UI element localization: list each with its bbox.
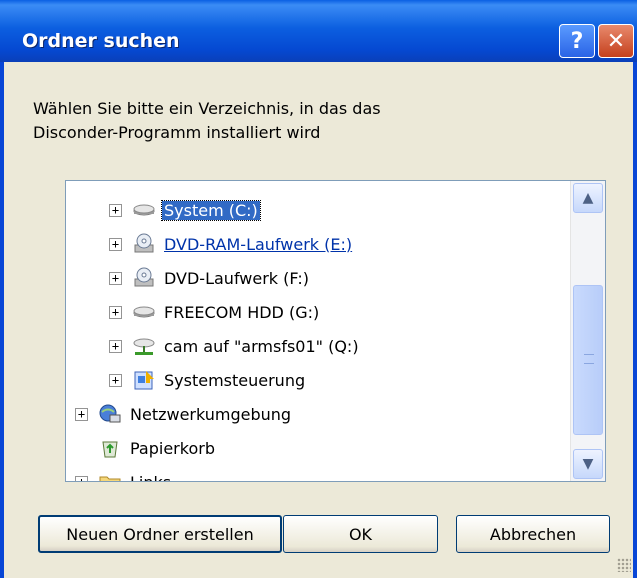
expand-icon[interactable]: +	[75, 475, 88, 481]
instruction-line-2: Disconder-Programm installiert wird	[33, 123, 321, 142]
window-frame-left	[0, 62, 4, 578]
tree-item-label: DVD-Laufwerk (F:)	[164, 268, 309, 288]
dvd-drive-icon	[132, 233, 156, 255]
resize-grip-icon[interactable]	[617, 558, 631, 572]
tree-item-recycle-bin[interactable]: Papierkorb	[98, 431, 217, 465]
window-frame-right	[633, 62, 637, 578]
close-button[interactable]: ✕	[598, 24, 634, 58]
tree-item-label: System (C:)	[161, 199, 261, 221]
tree-item-freecom-g[interactable]: + FREECOM HDD (G:)	[109, 295, 321, 329]
help-icon: ?	[570, 28, 584, 54]
expand-icon[interactable]: +	[75, 407, 88, 421]
recycle-bin-icon	[98, 437, 122, 459]
scroll-up-button[interactable]: ▲	[573, 183, 603, 213]
chevron-up-icon: ▲	[582, 190, 594, 206]
tree-item-links[interactable]: + Links	[75, 465, 173, 482]
dvd-drive-icon	[132, 267, 156, 289]
tree-item-network-places[interactable]: + Netzwerkumgebung	[75, 397, 293, 431]
title-bar[interactable]: Ordner suchen ? ✕	[0, 0, 637, 62]
expand-icon[interactable]: +	[109, 203, 122, 217]
tree-item-dvd-f[interactable]: + DVD-Laufwerk (F:)	[109, 261, 311, 295]
instruction-text: Wählen Sie bitte ein Verzeichnis, in das…	[33, 97, 381, 145]
cancel-label: Abbrechen	[489, 524, 577, 544]
tree-item-label: cam auf "armsfs01" (Q:)	[164, 336, 359, 356]
tree-item-network-q[interactable]: + cam auf "armsfs01" (Q:)	[109, 329, 361, 363]
vertical-scrollbar[interactable]: ▲ ▼	[570, 181, 605, 481]
expand-icon[interactable]: +	[109, 339, 122, 353]
ok-button[interactable]: OK	[283, 515, 438, 553]
new-folder-label: Neuen Ordner erstellen	[66, 524, 254, 544]
expand-icon[interactable]: +	[109, 373, 122, 387]
instruction-line-1: Wählen Sie bitte ein Verzeichnis, in das…	[33, 99, 381, 118]
folder-browse-dialog: Ordner suchen ? ✕ Wählen Sie bitte ein V…	[0, 0, 637, 578]
scroll-thumb[interactable]	[573, 285, 603, 435]
cancel-button[interactable]: Abbrechen	[456, 515, 610, 553]
help-button[interactable]: ?	[559, 24, 595, 58]
tree-item-label: DVD-RAM-Laufwerk (E:)	[164, 234, 353, 254]
folder-tree[interactable]: + System (C:) + DVD-RAM-Laufwerk (E:) + …	[65, 180, 606, 482]
tree-item-system-c[interactable]: + System (C:)	[109, 193, 261, 227]
tree-item-control-panel[interactable]: + Systemsteuerung	[109, 363, 307, 397]
control-panel-icon	[132, 369, 156, 391]
tree-item-dvd-ram-e[interactable]: + DVD-RAM-Laufwerk (E:)	[109, 227, 354, 261]
chevron-down-icon: ▼	[582, 456, 594, 472]
network-places-icon	[98, 403, 122, 425]
tree-item-label: Systemsteuerung	[164, 370, 306, 390]
folder-icon	[98, 471, 122, 481]
new-folder-button[interactable]: Neuen Ordner erstellen	[38, 515, 282, 553]
close-icon: ✕	[606, 28, 626, 54]
hard-drive-icon	[132, 301, 156, 323]
expand-icon[interactable]: +	[109, 271, 122, 285]
tree-item-label: FREECOM HDD (G:)	[164, 302, 320, 322]
expand-icon[interactable]: +	[109, 237, 122, 251]
expand-icon[interactable]: +	[109, 305, 122, 319]
tree-item-label: Papierkorb	[130, 438, 215, 458]
scroll-down-button[interactable]: ▼	[573, 449, 603, 479]
network-drive-icon	[132, 335, 156, 357]
window-title: Ordner suchen	[22, 30, 180, 52]
tree-item-label: Netzwerkumgebung	[130, 404, 292, 424]
hard-drive-icon	[132, 199, 156, 221]
ok-label: OK	[348, 524, 373, 544]
tree-item-label: Links	[130, 472, 172, 482]
scroll-grip-icon	[584, 354, 594, 364]
